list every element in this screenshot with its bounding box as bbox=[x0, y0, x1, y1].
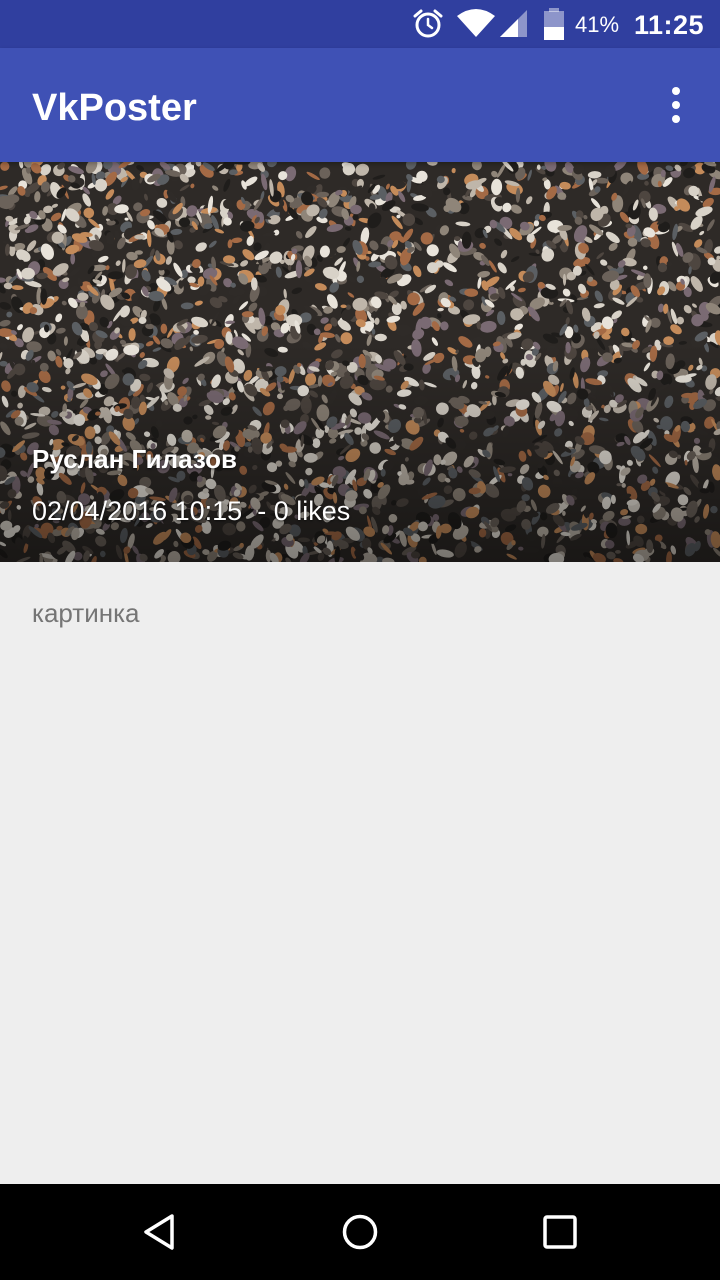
battery-icon bbox=[542, 0, 566, 48]
battery-percentage: 41% bbox=[575, 12, 620, 37]
recents-icon bbox=[543, 1215, 577, 1249]
status-bar: 41% 11:25 bbox=[0, 0, 720, 48]
signal-icon bbox=[498, 0, 530, 48]
post-text: картинка bbox=[32, 598, 140, 628]
more-options-button[interactable] bbox=[652, 81, 700, 129]
more-vert-icon-dot bbox=[672, 101, 680, 109]
post-author[interactable]: Руслан Гилазов bbox=[32, 444, 237, 475]
screen: 41% 11:25 VkPoster Руслан Гилазов 02/04/… bbox=[0, 0, 720, 1280]
alarm-icon bbox=[412, 0, 444, 48]
navigation-bar bbox=[0, 1184, 720, 1280]
post-meta: 02/04/2016 10:15 - 0 likes bbox=[32, 496, 351, 526]
home-icon bbox=[342, 1214, 378, 1250]
status-time: 11:25 bbox=[634, 10, 705, 40]
more-vert-icon bbox=[672, 87, 680, 95]
app-bar: VkPoster bbox=[0, 48, 720, 162]
wifi-icon bbox=[456, 0, 496, 48]
post-image[interactable]: Руслан Гилазов 02/04/2016 10:15 - 0 like… bbox=[0, 162, 720, 562]
more-vert-icon-dot bbox=[672, 115, 680, 123]
app-title: VkPoster bbox=[32, 87, 197, 129]
back-button[interactable] bbox=[132, 1204, 188, 1260]
back-icon bbox=[144, 1214, 174, 1250]
recents-button[interactable] bbox=[532, 1204, 588, 1260]
home-button[interactable] bbox=[332, 1204, 388, 1260]
